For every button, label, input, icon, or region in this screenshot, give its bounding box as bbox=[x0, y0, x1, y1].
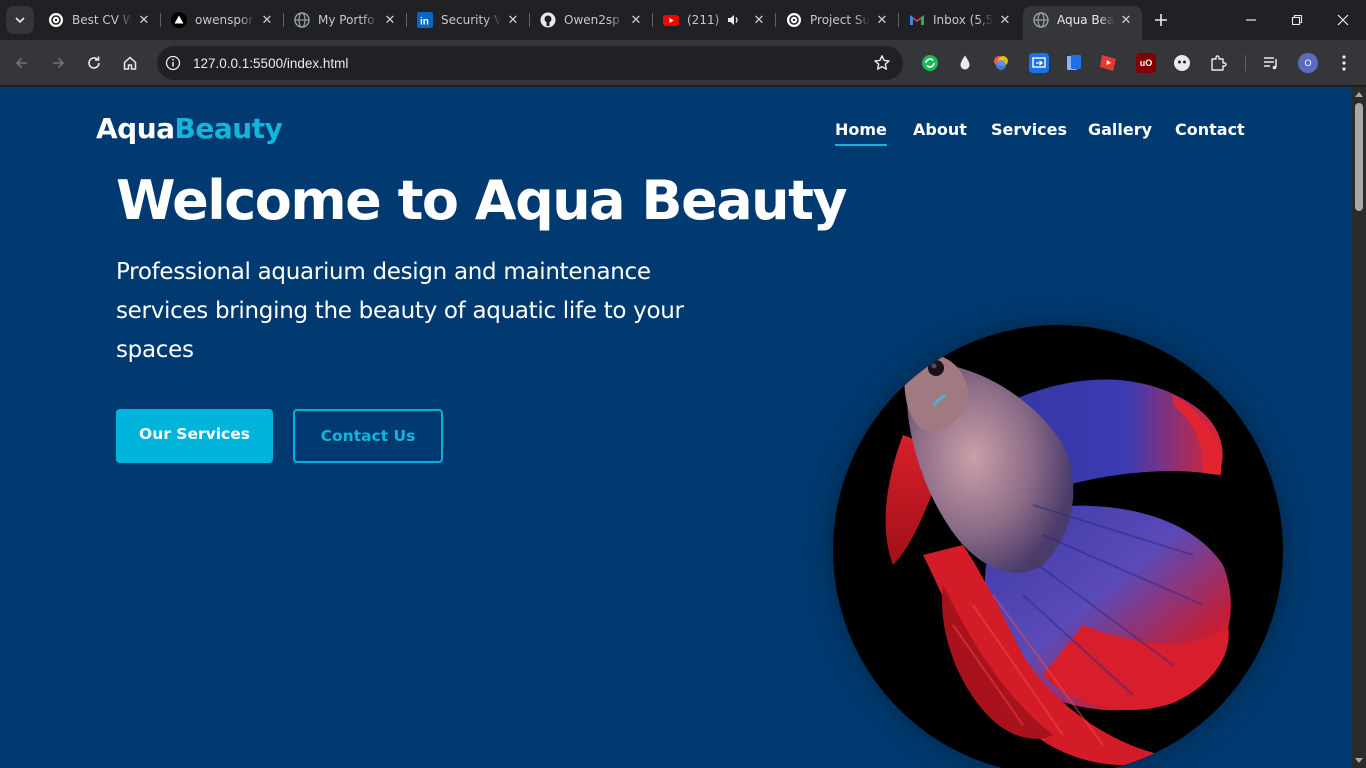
video-extension-icon[interactable] bbox=[1099, 53, 1119, 73]
scroll-up-arrow-icon[interactable] bbox=[1355, 92, 1363, 97]
tab-title: Owen2sp bbox=[564, 13, 620, 27]
tab-title: owenspor bbox=[195, 13, 254, 27]
arrow-right-icon bbox=[53, 57, 65, 69]
tab-title: Aqua Bea bbox=[1057, 13, 1114, 27]
youtube-icon bbox=[663, 12, 679, 28]
ublock-origin-icon[interactable]: uO bbox=[1136, 53, 1156, 73]
home-icon bbox=[123, 56, 137, 70]
svg-text:in: in bbox=[420, 17, 429, 28]
refresh-extension-icon[interactable] bbox=[920, 53, 940, 73]
nav-services[interactable]: Services bbox=[991, 120, 1067, 139]
close-icon[interactable]: ✕ bbox=[997, 12, 1013, 28]
reload-button[interactable] bbox=[80, 49, 108, 77]
minimize-icon bbox=[1246, 19, 1256, 21]
chevron-down-icon bbox=[15, 17, 25, 24]
document-extension-icon[interactable] bbox=[1064, 53, 1084, 73]
nav-home[interactable]: Home bbox=[835, 120, 887, 146]
browser-toolbar: 127.0.0.1:5500/index.html uO bbox=[0, 40, 1366, 86]
nav-contact[interactable]: Contact bbox=[1175, 120, 1245, 139]
github-icon bbox=[540, 12, 556, 28]
color-palette-extension-icon[interactable] bbox=[991, 53, 1011, 73]
close-icon[interactable]: ✕ bbox=[136, 12, 152, 28]
bookmark-star-icon[interactable] bbox=[873, 54, 891, 72]
tab-title: Best CV W bbox=[72, 13, 132, 27]
site-info-icon[interactable] bbox=[163, 53, 183, 73]
logo-part-beauty: Beauty bbox=[174, 112, 283, 145]
browser-tab[interactable]: (211) ✕ bbox=[653, 6, 776, 34]
url-text[interactable]: 127.0.0.1:5500/index.html bbox=[193, 56, 348, 71]
nav-gallery[interactable]: Gallery bbox=[1088, 120, 1152, 139]
restore-icon bbox=[1291, 14, 1303, 26]
betta-fish-illustration bbox=[885, 354, 1231, 765]
browser-tab[interactable]: in Security V ✕ bbox=[407, 6, 530, 34]
plus-icon bbox=[1155, 14, 1167, 26]
speaker-icon[interactable] bbox=[725, 12, 741, 28]
openai-icon bbox=[48, 12, 64, 28]
tab-title: (211) bbox=[687, 13, 720, 27]
close-window-button[interactable] bbox=[1320, 0, 1366, 40]
close-icon[interactable]: ✕ bbox=[382, 12, 398, 28]
globe-icon bbox=[1033, 12, 1049, 28]
page-scrollbar[interactable] bbox=[1352, 87, 1366, 768]
browser-tab[interactable]: Project Su ✕ bbox=[776, 6, 899, 34]
scroll-down-arrow-icon[interactable] bbox=[1355, 758, 1363, 763]
minimize-button[interactable] bbox=[1228, 0, 1274, 40]
close-window-icon bbox=[1337, 14, 1349, 26]
new-tab-button[interactable] bbox=[1150, 9, 1172, 31]
extensions-puzzle-icon[interactable] bbox=[1208, 53, 1228, 73]
tab-title: Security V bbox=[441, 13, 501, 27]
close-icon[interactable]: ✕ bbox=[1118, 12, 1134, 28]
contact-us-button[interactable]: Contact Us bbox=[293, 409, 443, 463]
hero-title: Welcome to Aqua Beauty bbox=[116, 169, 848, 232]
logo-part-aqua: Aqua bbox=[96, 112, 175, 145]
vercel-icon bbox=[171, 12, 187, 28]
tab-search-button[interactable] bbox=[6, 6, 34, 34]
forward-button[interactable] bbox=[44, 49, 72, 77]
browser-tab[interactable]: My Portfo ✕ bbox=[284, 6, 407, 34]
close-icon[interactable]: ✕ bbox=[628, 12, 644, 28]
scrollbar-thumb[interactable] bbox=[1355, 103, 1363, 211]
profile-avatar[interactable]: O bbox=[1298, 53, 1318, 73]
arrow-left-icon bbox=[15, 57, 27, 69]
hero-subtitle: Professional aquarium design and mainten… bbox=[116, 259, 684, 363]
tab-strip: Best CV W ✕ owenspor ✕ My Portfo ✕ in Se… bbox=[0, 0, 1366, 40]
openai-icon bbox=[786, 12, 802, 28]
globe-icon bbox=[294, 12, 310, 28]
page-viewport: AquaBeauty Home About Services Gallery C… bbox=[0, 87, 1352, 768]
nav-about[interactable]: About bbox=[913, 120, 967, 139]
close-icon[interactable]: ✕ bbox=[874, 12, 890, 28]
close-icon[interactable]: ✕ bbox=[751, 12, 767, 28]
browser-tab[interactable]: owenspor ✕ bbox=[161, 6, 284, 34]
ghost-extension-icon[interactable] bbox=[1172, 53, 1192, 73]
menu-kebab-icon[interactable] bbox=[1334, 53, 1354, 73]
restore-button[interactable] bbox=[1274, 0, 1320, 40]
toolbar-divider bbox=[1245, 55, 1246, 71]
tab-title: Inbox (5,5 bbox=[933, 13, 993, 27]
betta-fish-image bbox=[833, 325, 1283, 768]
screen-capture-extension-icon[interactable] bbox=[1029, 53, 1049, 73]
close-icon[interactable]: ✕ bbox=[505, 12, 521, 28]
browser-tab[interactable]: Inbox (5,5 ✕ bbox=[899, 6, 1021, 34]
address-bar[interactable]: 127.0.0.1:5500/index.html bbox=[157, 46, 903, 80]
browser-tab-active[interactable]: Aqua Bea ✕ bbox=[1023, 6, 1142, 40]
droplet-extension-icon[interactable] bbox=[955, 53, 975, 73]
gmail-icon bbox=[909, 12, 925, 28]
home-button[interactable] bbox=[116, 49, 144, 77]
media-controls-icon[interactable] bbox=[1261, 53, 1281, 73]
linkedin-icon: in bbox=[417, 12, 433, 28]
tab-title: Project Su bbox=[810, 13, 870, 27]
tab-title: My Portfo bbox=[318, 13, 375, 27]
site-logo[interactable]: AquaBeauty bbox=[96, 112, 283, 145]
browser-tab[interactable]: Best CV W ✕ bbox=[38, 6, 161, 34]
back-button[interactable] bbox=[8, 49, 36, 77]
browser-tab[interactable]: Owen2sp ✕ bbox=[530, 6, 653, 34]
reload-icon bbox=[88, 56, 100, 69]
our-services-button[interactable]: Our Services bbox=[116, 409, 273, 463]
close-icon[interactable]: ✕ bbox=[259, 12, 275, 28]
